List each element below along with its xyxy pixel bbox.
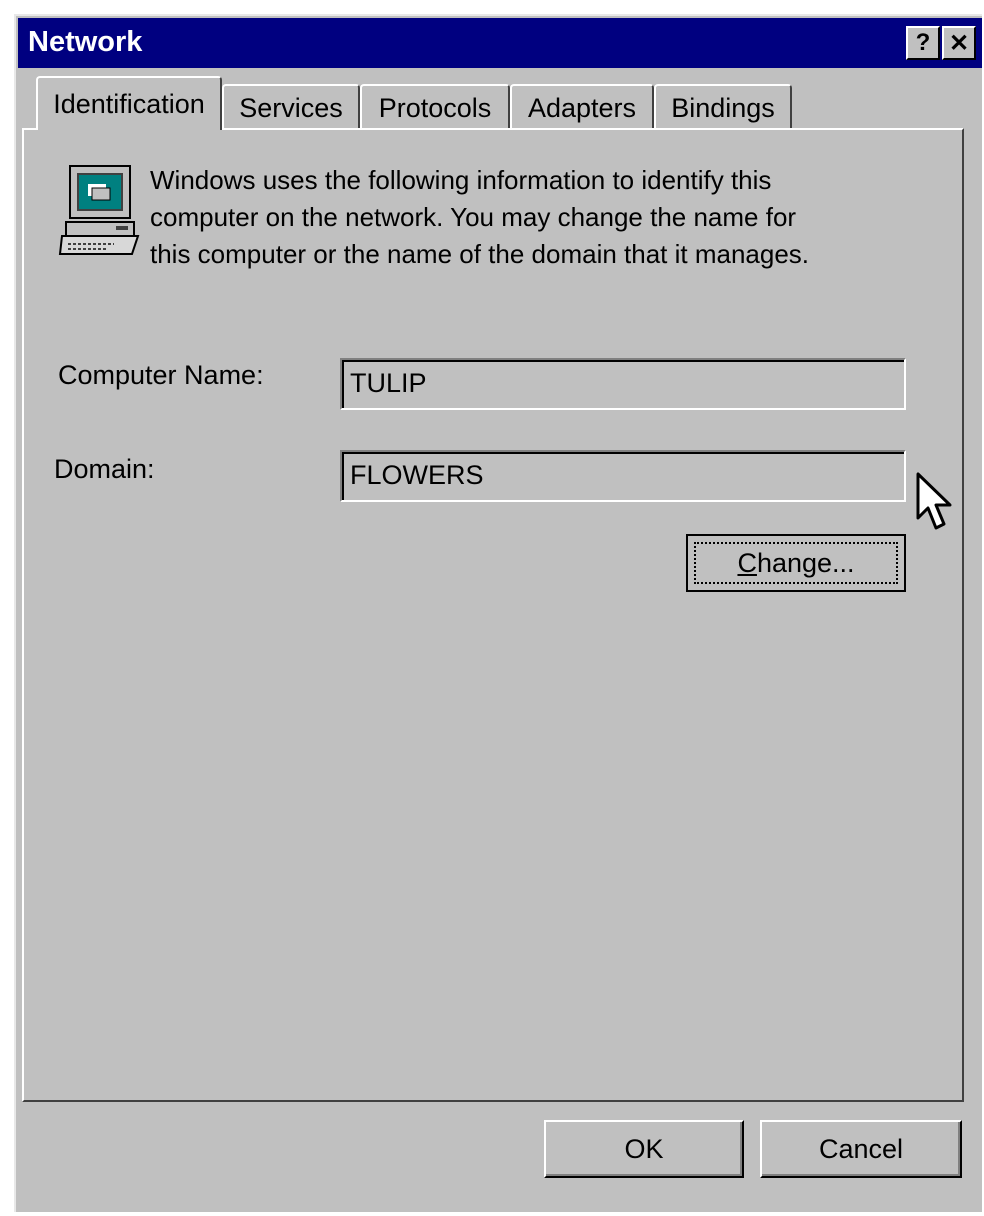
tab-bindings[interactable]: Bindings (654, 84, 792, 130)
change-button[interactable]: Change... (686, 534, 906, 592)
computer-name-label: Computer Name: (58, 360, 264, 390)
computer-icon (58, 165, 140, 255)
close-icon: ✕ (948, 29, 970, 57)
change-button-label: Change... (737, 547, 855, 578)
identification-description: Windows uses the following information t… (150, 165, 810, 269)
mouse-cursor-icon (916, 472, 952, 530)
title-bar[interactable]: Network ? ✕ (18, 18, 982, 68)
tab-protocols[interactable]: Protocols (360, 84, 510, 130)
tab-adapters-label: Adapters (527, 92, 637, 123)
help-button[interactable]: ? (906, 26, 940, 60)
tab-bindings-label: Bindings (671, 92, 775, 123)
identification-panel (22, 128, 964, 1102)
domain-field[interactable]: FLOWERS (340, 450, 906, 502)
close-button[interactable]: ✕ (942, 26, 976, 60)
tab-adapters[interactable]: Adapters (510, 84, 654, 130)
ok-button-label: OK (624, 1133, 664, 1164)
tab-identification-label: Identification (53, 88, 205, 119)
window-title: Network (28, 26, 143, 58)
cancel-button[interactable]: Cancel (760, 1120, 962, 1178)
domain-label: Domain: (54, 454, 155, 484)
tab-services[interactable]: Services (222, 84, 360, 130)
tab-identification[interactable]: Identification (36, 76, 222, 130)
ok-button[interactable]: OK (544, 1120, 744, 1178)
help-icon: ? (915, 29, 931, 56)
computer-name-field[interactable]: TULIP (340, 358, 906, 410)
cancel-button-label: Cancel (818, 1133, 904, 1164)
tab-protocols-label: Protocols (378, 92, 492, 123)
tab-services-label: Services (239, 92, 343, 123)
